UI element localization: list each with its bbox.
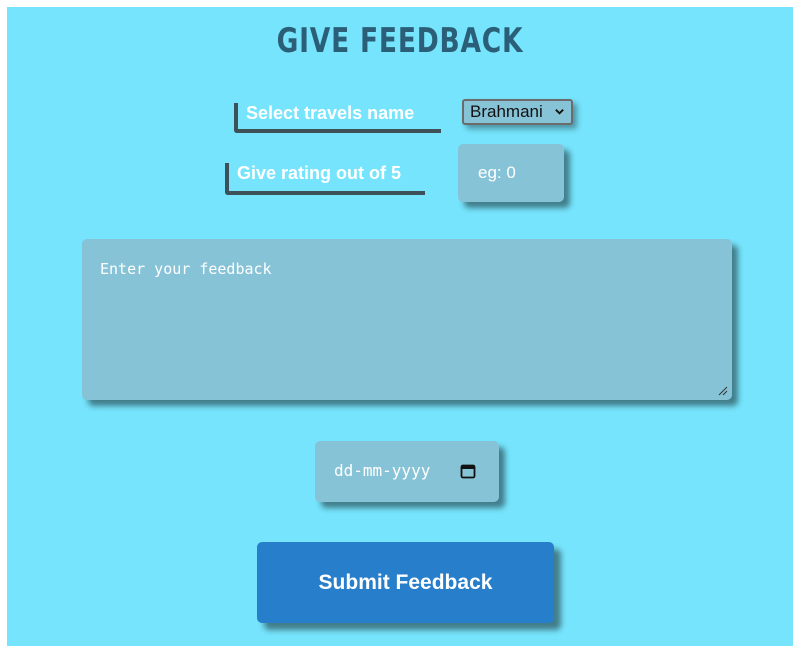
resize-handle-icon[interactable]: [718, 386, 728, 396]
chevron-down-icon: [555, 109, 564, 115]
calendar-icon[interactable]: [460, 463, 476, 479]
travels-name-label-box: Select travels name: [234, 103, 441, 133]
page-title: GIVE FEEDBACK: [276, 21, 524, 61]
travels-select-value: Brahmani: [470, 102, 543, 121]
date-input-placeholder: dd-mm-yyyy: [334, 461, 431, 480]
rating-input-placeholder: eg: 0: [478, 163, 516, 182]
travels-name-label: Select travels name: [246, 103, 415, 123]
rating-label-box: Give rating out of 5: [225, 163, 425, 195]
rating-input[interactable]: eg: 0: [458, 144, 564, 202]
feedback-textarea[interactable]: Enter your feedback: [82, 239, 732, 400]
date-input[interactable]: dd-mm-yyyy: [315, 441, 499, 502]
submit-feedback-button[interactable]: Submit Feedback: [257, 542, 554, 623]
travels-select[interactable]: Brahmani: [462, 99, 573, 125]
feedback-textarea-placeholder: Enter your feedback: [100, 260, 272, 278]
rating-label: Give rating out of 5: [237, 163, 402, 183]
feedback-page: GIVE FEEDBACK Select travels name Brahma…: [7, 7, 793, 646]
